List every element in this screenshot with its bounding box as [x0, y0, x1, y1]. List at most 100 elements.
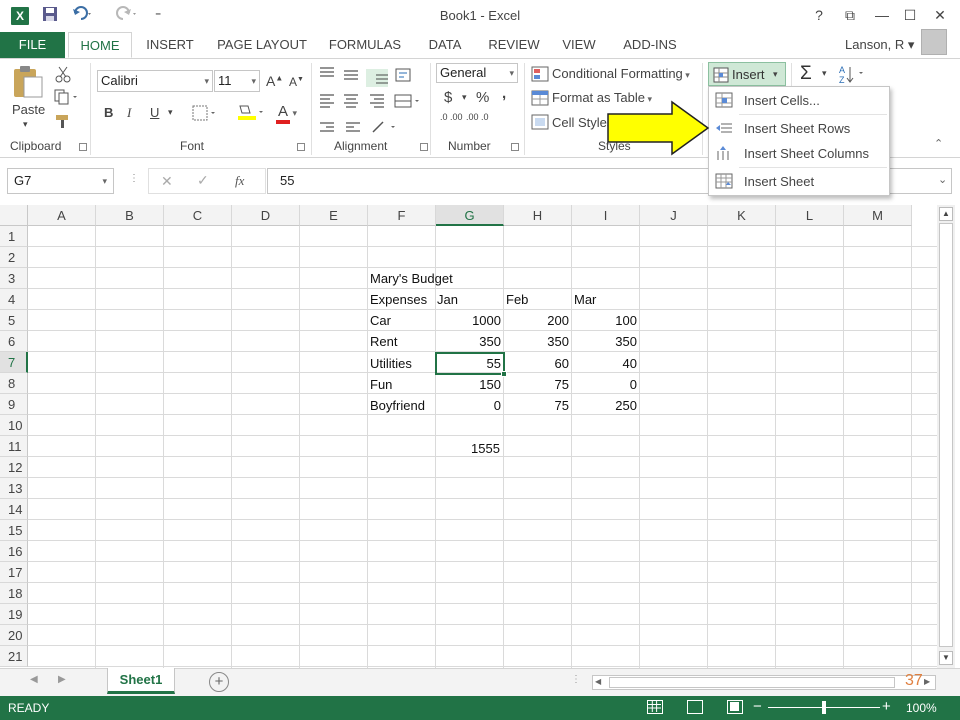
row-header-19[interactable]: 19: [0, 604, 28, 625]
select-all-button[interactable]: [0, 205, 28, 226]
font-color-button[interactable]: A ▾: [276, 103, 297, 124]
row-header-4[interactable]: 4: [0, 289, 28, 310]
formula-bar-resize-handle[interactable]: ⋮: [129, 173, 139, 184]
cell-value[interactable]: 75: [504, 374, 572, 395]
format-painter-icon[interactable]: [54, 113, 72, 132]
underline-dropdown-icon[interactable]: ▾: [168, 107, 173, 118]
insert-function-button[interactable]: fx: [235, 173, 244, 189]
confirm-edit-icon[interactable]: ✓: [197, 172, 209, 189]
conditional-formatting-icon[interactable]: [531, 66, 549, 85]
column-header-f[interactable]: F: [368, 205, 436, 226]
clipboard-launcher-icon[interactable]: [79, 143, 87, 151]
cell-value[interactable]: 350: [436, 331, 504, 352]
cell-value[interactable]: 350: [504, 331, 572, 352]
cut-icon[interactable]: [54, 65, 72, 86]
row-header-5[interactable]: 5: [0, 310, 28, 331]
cell-value[interactable]: 0: [436, 395, 504, 416]
cell-value[interactable]: 0: [572, 374, 640, 395]
grow-font-button[interactable]: A▲: [266, 73, 283, 89]
cell-label[interactable]: Boyfriend: [370, 395, 425, 416]
cell-total[interactable]: 1555: [471, 438, 500, 459]
italic-button[interactable]: I: [127, 105, 131, 121]
horizontal-scroll-thumb[interactable]: [609, 677, 895, 688]
cell-header-mar[interactable]: Mar: [574, 289, 596, 310]
cell-value[interactable]: 150: [436, 374, 504, 395]
autosum-dropdown-icon[interactable]: ▾: [822, 68, 827, 79]
insert-cells-button[interactable]: Insert ▾: [708, 62, 786, 86]
fill-handle[interactable]: [501, 371, 507, 377]
cell-styles-button[interactable]: Cell Styles: [552, 115, 613, 130]
tab-formulas[interactable]: FORMULAS: [325, 32, 405, 58]
font-launcher-icon[interactable]: [297, 143, 305, 151]
row-header-9[interactable]: 9: [0, 394, 28, 415]
cell-value[interactable]: 40: [572, 353, 640, 374]
bold-button[interactable]: B: [104, 105, 113, 120]
maximize-button[interactable]: ☐: [898, 4, 922, 26]
row-header-6[interactable]: 6: [0, 331, 28, 352]
row-header-7[interactable]: 7: [0, 352, 28, 373]
cell-label[interactable]: Rent: [370, 331, 397, 352]
cell-header-jan[interactable]: Jan: [437, 289, 458, 310]
name-box[interactable]: G7 ▾: [7, 168, 114, 194]
column-header-l[interactable]: L: [776, 205, 844, 226]
cell-value[interactable]: 100: [572, 310, 640, 331]
cell-header-expenses[interactable]: Expenses: [370, 289, 427, 310]
cell-label[interactable]: Car: [370, 310, 391, 331]
tab-insert[interactable]: INSERT: [140, 32, 200, 58]
column-header-a[interactable]: A: [28, 205, 96, 226]
previous-sheet-icon[interactable]: ◀: [30, 674, 38, 685]
fill-color-icon[interactable]: [236, 103, 266, 124]
avatar[interactable]: [921, 29, 947, 55]
page-layout-view-icon[interactable]: [687, 700, 703, 714]
row-header-13[interactable]: 13: [0, 478, 28, 499]
column-header-d[interactable]: D: [232, 205, 300, 226]
help-button[interactable]: ?: [807, 4, 831, 26]
currency-dropdown-icon[interactable]: ▾: [462, 92, 467, 103]
increase-decimal-button[interactable]: .0 .00: [440, 113, 463, 122]
column-header-i[interactable]: I: [572, 205, 640, 226]
zoom-out-button[interactable]: −: [753, 698, 762, 715]
new-sheet-button[interactable]: +: [209, 672, 229, 692]
tab-page-layout[interactable]: PAGE LAYOUT: [212, 32, 312, 58]
ribbon-display-options-button[interactable]: ⧉: [838, 4, 862, 26]
alignment-launcher-icon[interactable]: [420, 143, 428, 151]
scroll-right-icon[interactable]: ▶: [924, 677, 930, 686]
tab-split-handle[interactable]: ⋮: [571, 674, 581, 685]
column-header-g[interactable]: G: [436, 205, 504, 226]
paste-icon[interactable]: [10, 65, 48, 99]
cell-value[interactable]: 1000: [436, 310, 504, 331]
scroll-down-icon[interactable]: ▼: [939, 651, 953, 665]
tab-data[interactable]: DATA: [420, 32, 470, 58]
row-header-8[interactable]: 8: [0, 373, 28, 394]
font-family-select[interactable]: Calibri ▾: [97, 70, 213, 92]
minimize-button[interactable]: —: [870, 4, 894, 26]
underline-button[interactable]: U: [150, 105, 159, 120]
cell-label[interactable]: Utilities: [370, 353, 412, 374]
cell-styles-icon[interactable]: [531, 114, 549, 133]
row-header-17[interactable]: 17: [0, 562, 28, 583]
cell-title[interactable]: Mary's Budget: [370, 268, 453, 289]
row-header-2[interactable]: 2: [0, 247, 28, 268]
tab-home[interactable]: HOME: [68, 32, 132, 58]
sort-filter-icon[interactable]: AZ: [838, 63, 868, 88]
shrink-font-button[interactable]: A▼: [289, 75, 304, 89]
cell-value[interactable]: 250: [572, 395, 640, 416]
borders-icon[interactable]: [192, 105, 218, 124]
user-account[interactable]: Lanson, R ▾: [845, 37, 914, 53]
row-header-3[interactable]: 3: [0, 268, 28, 289]
comma-button[interactable]: ,: [502, 85, 506, 102]
worksheet-grid[interactable]: ABCDEFGHIJKLM 1 2 3 4 5 6 7 8 9 10 11 12 13 14 15 16 17 1…: [0, 205, 960, 668]
sheet-tab-sheet1[interactable]: Sheet1: [107, 668, 175, 694]
number-launcher-icon[interactable]: [511, 143, 519, 151]
row-header-21[interactable]: 21: [0, 646, 28, 667]
menu-item-insert-sheet-columns[interactable]: Insert Sheet Columns: [709, 141, 889, 166]
copy-icon[interactable]: [54, 89, 80, 108]
next-sheet-icon[interactable]: ▶: [58, 674, 66, 685]
tab-review[interactable]: REVIEW: [485, 32, 543, 58]
tab-file[interactable]: FILE: [0, 32, 65, 58]
zoom-level[interactable]: 100%: [906, 701, 937, 715]
row-header-11[interactable]: 11: [0, 436, 28, 457]
row-header-15[interactable]: 15: [0, 520, 28, 541]
currency-button[interactable]: $: [444, 89, 452, 106]
cell-value[interactable]: 75: [504, 395, 572, 416]
